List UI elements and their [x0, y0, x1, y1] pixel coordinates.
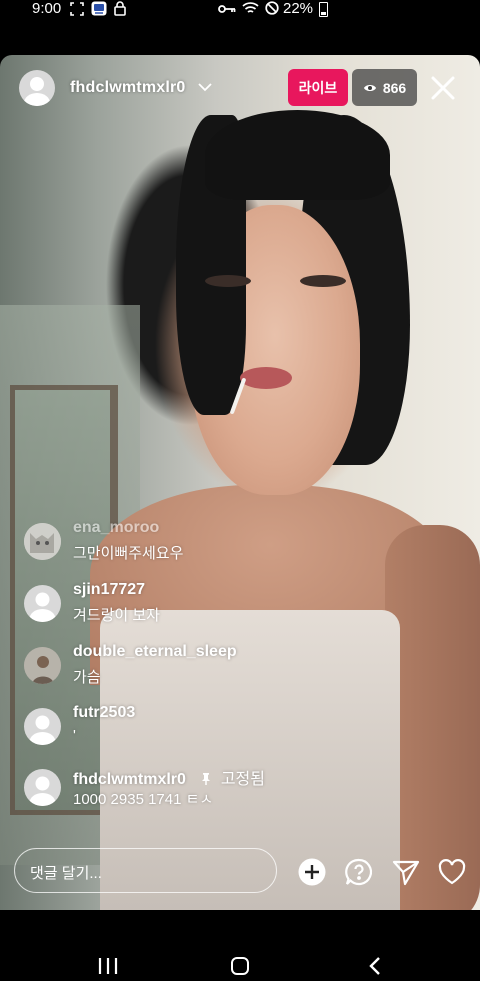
video-person-lips [240, 367, 292, 389]
default-avatar[interactable] [24, 585, 61, 622]
comment-username-row: fhdclwmtmxlr0 고정됨 [73, 765, 265, 789]
close-icon[interactable] [427, 72, 459, 104]
comment-username[interactable]: sjin17727 [73, 581, 145, 599]
comment-text: 가슴 [73, 669, 101, 686]
pinned-label: 고정됨 [220, 771, 265, 788]
video-person-eye [300, 275, 346, 287]
host-avatar[interactable] [19, 70, 55, 106]
viewer-count-badge[interactable]: 866 [352, 69, 417, 106]
comment-placeholder: 댓글 달기... [30, 865, 102, 882]
question-icon[interactable] [344, 857, 374, 887]
comment-username[interactable]: ena_moroo [73, 519, 159, 537]
comment-item[interactable]: ena_moroo 그만이뻐주세요우 [22, 519, 462, 569]
eye-icon [363, 80, 377, 96]
cat-avatar[interactable] [24, 523, 61, 560]
do-not-disturb-icon [265, 1, 279, 19]
status-right-icons [218, 1, 279, 19]
comment-item[interactable]: sjin17727 겨드랑이 보자 [22, 581, 462, 631]
add-icon[interactable] [297, 857, 327, 887]
comment-username[interactable]: futr2503 [73, 704, 135, 722]
viewer-count: 866 [382, 79, 407, 96]
send-icon[interactable] [391, 857, 421, 887]
live-label: 라이브 [298, 79, 338, 96]
status-time: 9:00 [32, 0, 62, 17]
default-avatar[interactable] [24, 708, 61, 745]
system-nav-bar [0, 940, 480, 978]
comment-text: 1000 2935 1741 ㅌㅅ [73, 791, 214, 808]
comment-item[interactable]: double_eternal_sleep 가슴 [22, 643, 462, 693]
host-username[interactable]: fhdclwmtmxlr0 [70, 79, 186, 97]
video-person-eye [205, 275, 251, 287]
comment-username[interactable]: double_eternal_sleep [73, 643, 237, 661]
status-bar: 9:00 22% [0, 0, 480, 20]
screenshot-icon [70, 1, 84, 20]
default-avatar[interactable] [24, 769, 61, 806]
comment-username[interactable]: fhdclwmtmxlr0 [73, 771, 186, 788]
comment-text: 겨드랑이 보자 [73, 607, 160, 624]
key-icon [218, 2, 236, 19]
pinned-comment[interactable]: fhdclwmtmxlr0 고정됨 1000 2935 1741 ㅌㅅ [22, 765, 462, 815]
comment-text: ' [73, 727, 76, 744]
recent-apps-icon[interactable] [97, 957, 119, 980]
heart-icon[interactable] [437, 857, 467, 887]
battery-percent: 22% [283, 0, 314, 17]
wifi-icon [242, 1, 259, 19]
pin-icon [194, 771, 216, 788]
live-badge: 라이브 [288, 69, 348, 106]
app-notification-icon [91, 1, 107, 20]
back-icon[interactable] [368, 956, 382, 981]
live-header: fhdclwmtmxlr0 라이브 866 [0, 55, 480, 125]
comment-input[interactable]: 댓글 달기... [14, 848, 277, 893]
status-left-icons [70, 1, 126, 20]
comment-item[interactable]: futr2503 ' [22, 704, 462, 754]
home-icon[interactable] [231, 957, 249, 975]
lock-icon [114, 1, 126, 20]
battery-icon [319, 2, 328, 17]
comment-text: 그만이뻐주세요우 [73, 545, 184, 562]
chevron-down-icon[interactable] [197, 79, 213, 100]
photo-avatar[interactable] [24, 647, 61, 684]
